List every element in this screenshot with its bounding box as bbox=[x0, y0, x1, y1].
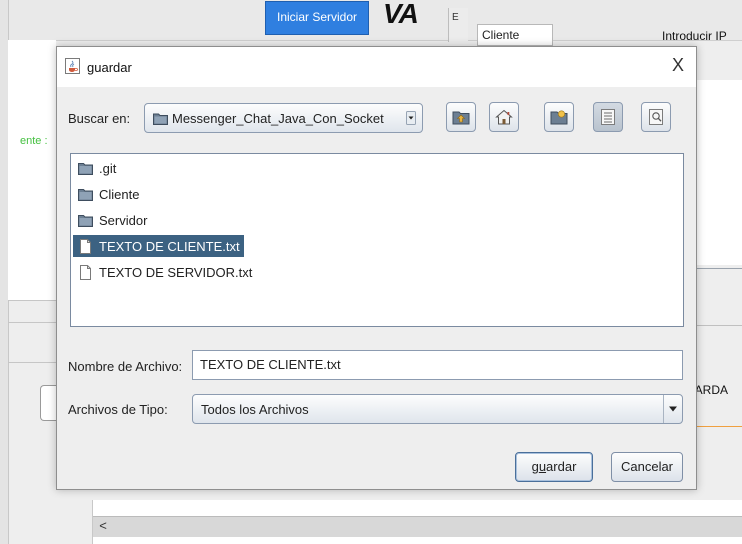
save-button-label-start: g bbox=[531, 459, 539, 474]
file-name: Servidor bbox=[99, 212, 148, 228]
up-folder-icon bbox=[452, 111, 470, 125]
file-name: Cliente bbox=[99, 186, 140, 202]
folder-icon bbox=[78, 187, 93, 202]
new-folder-button[interactable] bbox=[544, 102, 574, 132]
home-icon bbox=[495, 109, 513, 125]
divider bbox=[8, 362, 56, 363]
file-type-value: Todos los Archivos bbox=[201, 402, 309, 417]
background-fragment-e: E bbox=[448, 8, 468, 42]
look-in-value: Messenger_Chat_Java_Con_Socket bbox=[172, 111, 384, 126]
close-button[interactable]: X bbox=[667, 54, 689, 76]
look-in-dropdown[interactable]: Messenger_Chat_Java_Con_Socket bbox=[144, 103, 423, 133]
background-left-panel bbox=[8, 40, 56, 300]
file-list-item[interactable]: TEXTO DE CLIENTE.txt bbox=[73, 235, 244, 257]
cancel-button[interactable]: Cancelar bbox=[611, 452, 683, 482]
file-type-label: Archivos de Tipo: bbox=[68, 402, 168, 417]
dialog-titlebar[interactable]: guardar X bbox=[57, 47, 696, 87]
home-button[interactable] bbox=[489, 102, 519, 132]
dialog-title: guardar bbox=[87, 60, 132, 75]
background-status-fragment: ente : bbox=[20, 135, 48, 147]
file-name: TEXTO DE CLIENTE.txt bbox=[99, 238, 240, 254]
folder-icon bbox=[78, 213, 93, 228]
chevron-down-icon bbox=[406, 111, 416, 125]
background-toolbar bbox=[0, 0, 742, 41]
folder-icon bbox=[153, 113, 168, 125]
folder-list-item[interactable]: .git bbox=[73, 157, 120, 179]
file-name: TEXTO DE SERVIDOR.txt bbox=[99, 264, 253, 280]
file-list[interactable]: .git Cliente Servidor TEXTO DE CLIENTE.txt T… bbox=[70, 153, 684, 327]
file-icon bbox=[78, 238, 93, 254]
background-logo-text: VA bbox=[383, 0, 419, 29]
start-server-button[interactable]: Iniciar Servidor bbox=[265, 1, 369, 35]
folder-list-item[interactable]: Servidor bbox=[73, 209, 151, 231]
list-view-icon bbox=[601, 109, 615, 125]
save-dialog: guardar X Buscar en: Messenger_Chat_Java… bbox=[56, 46, 697, 490]
scroll-left-arrow-icon[interactable]: < bbox=[95, 517, 111, 535]
look-in-label: Buscar en: bbox=[68, 111, 131, 126]
file-name: .git bbox=[99, 160, 117, 176]
save-button-label-end: ardar bbox=[546, 459, 577, 474]
file-name-field[interactable]: TEXTO DE CLIENTE.txt bbox=[192, 350, 683, 380]
divider bbox=[8, 300, 56, 301]
java-cup-icon bbox=[65, 58, 80, 74]
new-folder-icon bbox=[550, 110, 568, 125]
folder-list-item[interactable]: Cliente bbox=[73, 183, 143, 205]
folder-icon bbox=[78, 161, 93, 176]
details-view-icon bbox=[649, 109, 663, 125]
file-icon bbox=[78, 264, 93, 280]
save-button[interactable]: guardar bbox=[515, 452, 593, 482]
details-view-button[interactable] bbox=[641, 102, 671, 132]
file-type-dropdown[interactable]: Todos los Archivos bbox=[192, 394, 683, 424]
client-name-field[interactable]: Cliente bbox=[477, 24, 553, 46]
background-button-fragment[interactable] bbox=[40, 385, 56, 421]
enter-ip-label: Introducir IP bbox=[662, 29, 727, 43]
file-list-item[interactable]: TEXTO DE SERVIDOR.txt bbox=[73, 261, 256, 283]
up-one-level-button[interactable] bbox=[446, 102, 476, 132]
file-name-label: Nombre de Archivo: bbox=[68, 359, 183, 374]
list-view-button[interactable] bbox=[593, 102, 623, 132]
save-button-mnemonic: u bbox=[538, 459, 547, 474]
divider bbox=[8, 322, 56, 323]
chevron-down-icon bbox=[663, 395, 682, 423]
horizontal-scrollbar[interactable] bbox=[93, 516, 742, 537]
